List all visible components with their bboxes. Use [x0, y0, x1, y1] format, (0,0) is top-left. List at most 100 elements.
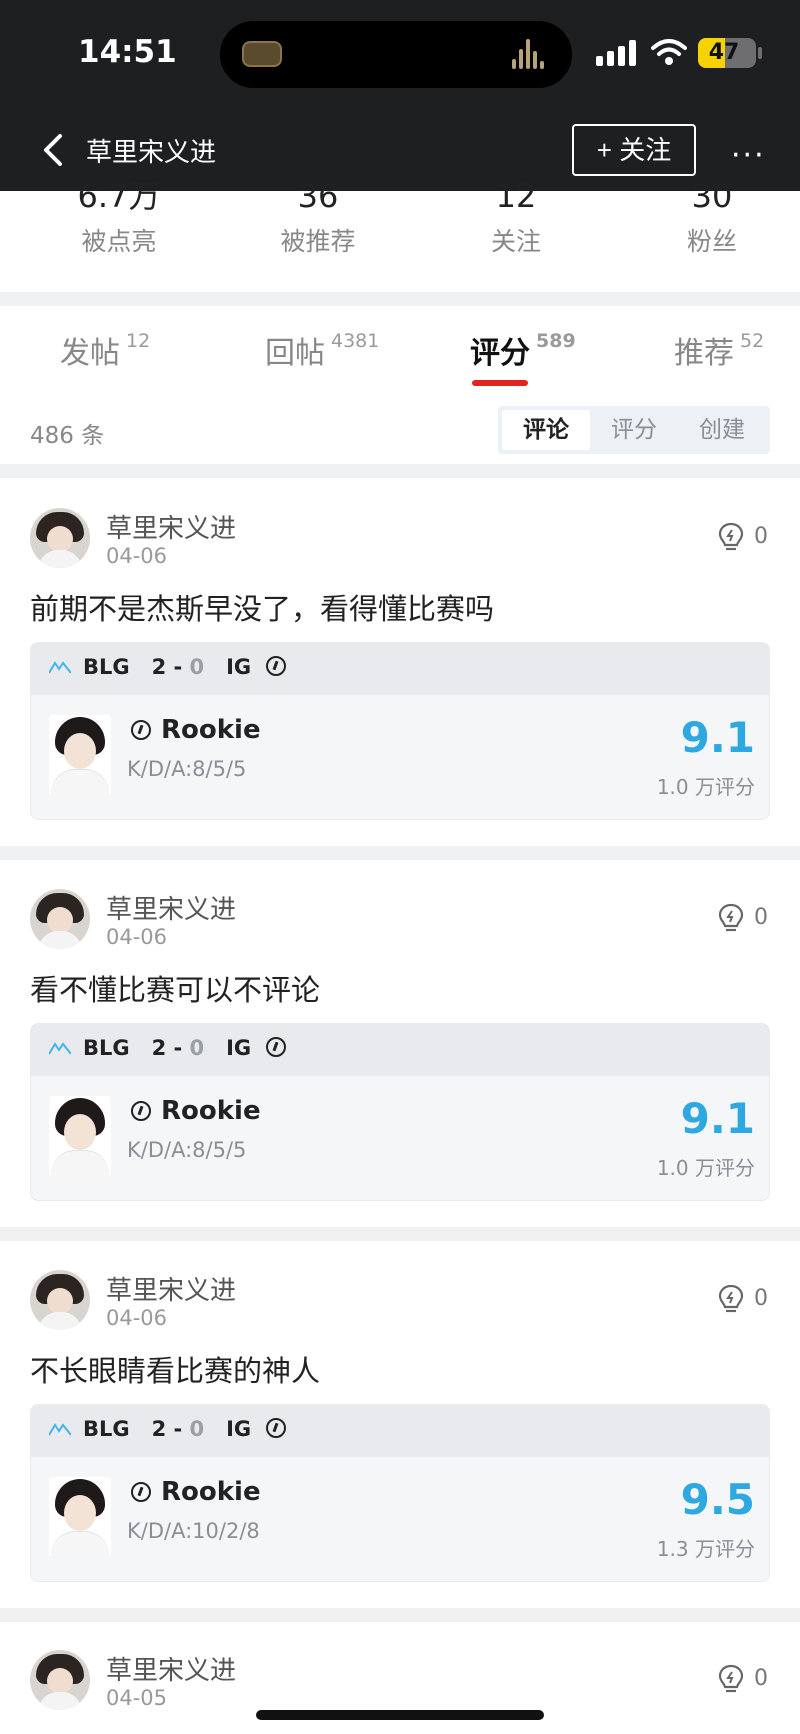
stat-value: 12 — [495, 177, 537, 215]
page-title: 草里宋义进 — [86, 138, 217, 168]
score2: 0 — [189, 1417, 205, 1441]
battery-tip — [758, 47, 762, 59]
segment-created[interactable]: 创建 — [678, 410, 766, 450]
segment-ratings[interactable]: 评分 — [590, 410, 678, 450]
light-up-button[interactable]: 0 — [718, 1284, 778, 1318]
section-divider — [0, 846, 800, 860]
post-date: 04-06 — [106, 925, 168, 949]
player-photo — [49, 715, 111, 795]
stat-lit[interactable]: 6.7万 被点亮 — [19, 176, 219, 258]
light-up-button[interactable]: 0 — [718, 903, 778, 937]
post-date: 04-06 — [106, 1306, 168, 1330]
profile-stats: 6.7万 被点亮 36 被推荐 12 关注 30 粉丝 — [0, 176, 800, 288]
username[interactable]: 草里宋义进 — [106, 1650, 236, 1687]
match-rating-card[interactable]: BLG 2 - 0 IG Rookie K/D/A:8/5/5 9.1 1.0 … — [30, 1023, 770, 1201]
profile-tabs: 发帖 12 回帖 4381 评分 589 推荐 52 — [0, 306, 800, 390]
follow-button[interactable]: + 关注 — [572, 124, 696, 176]
score-separator: - — [173, 1036, 183, 1060]
comment-text: 不长眼睛看比赛的神人 — [30, 1354, 321, 1388]
stat-following[interactable]: 12 关注 — [416, 176, 616, 258]
tab-recommend[interactable]: 推荐 52 — [674, 328, 764, 372]
status-time: 14:51 — [78, 34, 177, 70]
player-name: Rookie — [131, 1096, 261, 1126]
username[interactable]: 草里宋义进 — [106, 1270, 236, 1307]
audio-wave-icon — [512, 39, 548, 69]
tab-count: 12 — [126, 330, 151, 352]
team2: IG — [226, 655, 252, 679]
stat-followers[interactable]: 30 粉丝 — [612, 176, 800, 258]
section-divider — [0, 292, 800, 306]
tab-posts[interactable]: 发帖 12 — [60, 328, 150, 372]
score2: 0 — [189, 1036, 205, 1060]
top-bar: 14:51 47 草里宋义进 + 关注 ··· — [0, 0, 800, 191]
lightbulb-icon — [718, 903, 744, 932]
avatar[interactable] — [30, 1650, 90, 1710]
team-logo-icon — [131, 720, 151, 740]
sort-segmented-control: 评论 评分 创建 — [498, 406, 770, 454]
league-logo-icon — [49, 661, 71, 674]
signal-icon — [596, 40, 638, 66]
segment-comments[interactable]: 评论 — [502, 410, 590, 450]
tab-label: 推荐 — [674, 336, 734, 371]
stat-label: 被推荐 — [280, 227, 356, 256]
back-icon[interactable] — [36, 130, 70, 170]
score2: 0 — [189, 655, 205, 679]
player-kda: K/D/A:8/5/5 — [127, 757, 247, 781]
home-indicator[interactable] — [256, 1710, 544, 1720]
score1: 2 — [151, 1036, 167, 1060]
stat-value: 6.7万 — [77, 177, 161, 215]
tab-replies[interactable]: 回帖 4381 — [265, 328, 379, 372]
tab-label: 回帖 — [265, 336, 325, 371]
result-count: 486 条 — [30, 423, 105, 449]
stat-value: 30 — [691, 177, 733, 215]
score1: 2 — [151, 1417, 167, 1441]
team-logo-icon — [266, 1037, 287, 1057]
rating-comment-item[interactable]: 草里宋义进 04-06 0 不长眼睛看比赛的神人 BLG 2 - 0 IG Ro… — [0, 1242, 800, 1610]
player-photo — [49, 1096, 111, 1176]
player-kda: K/D/A:10/2/8 — [127, 1519, 260, 1543]
match-header: BLG 2 - 0 IG — [31, 1024, 769, 1076]
lightbulb-icon — [718, 522, 744, 551]
team1: BLG — [83, 1036, 130, 1060]
battery-icon: 47 — [698, 38, 756, 68]
team-logo-icon — [266, 656, 287, 676]
player-photo — [49, 1477, 111, 1557]
stat-recommended[interactable]: 36 被推荐 — [218, 176, 418, 258]
username[interactable]: 草里宋义进 — [106, 508, 236, 545]
post-date: 04-05 — [106, 1686, 168, 1710]
username[interactable]: 草里宋义进 — [106, 889, 236, 926]
player-score: 9.5 — [680, 1475, 755, 1524]
lightbulb-icon — [718, 1664, 744, 1693]
lightbulb-icon — [718, 1284, 744, 1313]
player-kda: K/D/A:8/5/5 — [127, 1138, 247, 1162]
avatar[interactable] — [30, 889, 90, 949]
match-header: BLG 2 - 0 IG — [31, 643, 769, 695]
filter-row: 486 条 评论 评分 创建 — [0, 402, 800, 458]
live-activity-icon — [242, 41, 282, 67]
tab-label: 评分 — [470, 336, 530, 371]
vote-count: 1.0 万评分 — [656, 1156, 755, 1180]
score1: 2 — [151, 655, 167, 679]
more-options-icon[interactable]: ··· — [731, 138, 766, 173]
light-up-button[interactable]: 0 — [718, 1664, 778, 1698]
nav-bar: 草里宋义进 + 关注 ··· — [0, 120, 800, 184]
post-date: 04-06 — [106, 544, 168, 568]
tab-count: 52 — [740, 330, 765, 352]
avatar[interactable] — [30, 508, 90, 568]
match-rating-card[interactable]: BLG 2 - 0 IG Rookie K/D/A:10/2/8 9.5 1.3… — [30, 1404, 770, 1582]
avatar[interactable] — [30, 1270, 90, 1330]
team-logo-icon — [266, 1418, 287, 1438]
rating-comment-item[interactable]: 草里宋义进 04-06 0 看不懂比赛可以不评论 BLG 2 - 0 IG Ro… — [0, 861, 800, 1229]
match-rating-card[interactable]: BLG 2 - 0 IG Rookie K/D/A:8/5/5 9.1 1.0 … — [30, 642, 770, 820]
tab-count: 4381 — [331, 330, 380, 352]
rating-comment-item[interactable]: 草里宋义进 04-06 0 前期不是杰斯早没了，看得懂比赛吗 BLG 2 - 0… — [0, 480, 800, 848]
section-divider — [0, 1608, 800, 1622]
status-bar: 14:51 47 — [0, 0, 800, 110]
light-up-button[interactable]: 0 — [718, 522, 778, 556]
player-name: Rookie — [131, 715, 261, 745]
match-score: BLG 2 - 0 IG — [83, 1417, 287, 1441]
stat-label: 粉丝 — [686, 227, 737, 256]
vote-count: 1.3 万评分 — [656, 1537, 755, 1561]
vote-count: 1.0 万评分 — [656, 775, 755, 799]
tab-ratings[interactable]: 评分 589 — [470, 328, 576, 372]
